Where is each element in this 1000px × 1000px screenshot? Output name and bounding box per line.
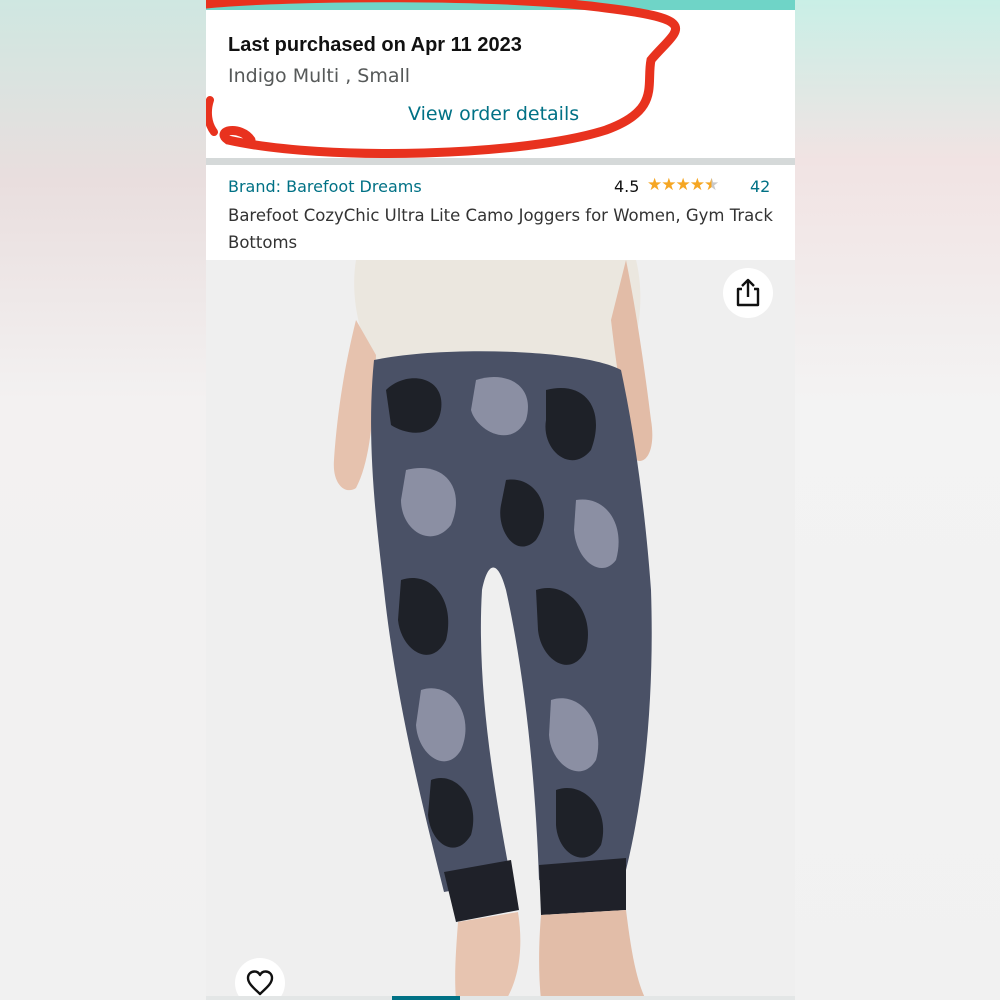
image-carousel-indicator bbox=[206, 996, 795, 1000]
phone-screen: Last purchased on Apr 11 2023 Indigo Mul… bbox=[206, 0, 795, 1000]
favorite-button[interactable] bbox=[235, 958, 285, 1000]
background-right bbox=[795, 0, 1000, 1000]
background-left bbox=[0, 0, 206, 1000]
product-photo-illustration bbox=[333, 260, 653, 1000]
rating-count-link[interactable]: 42 bbox=[750, 177, 770, 196]
star-icon: ★ bbox=[689, 175, 705, 195]
heart-icon bbox=[246, 970, 274, 996]
brand-link[interactable]: Brand: Barefoot Dreams bbox=[228, 177, 422, 196]
share-button[interactable] bbox=[723, 268, 773, 318]
star-icon: ★ bbox=[647, 175, 662, 195]
star-rating-icon[interactable]: ★★★★★ bbox=[647, 175, 719, 195]
star-icon: ★ bbox=[661, 175, 676, 195]
product-title: Barefoot CozyChic Ultra Lite Camo Jogger… bbox=[228, 206, 773, 252]
star-half-icon: ★ bbox=[704, 175, 719, 195]
red-annotation-circle bbox=[206, 0, 680, 158]
section-divider bbox=[206, 158, 795, 165]
star-icon: ★ bbox=[675, 175, 691, 195]
share-icon bbox=[736, 278, 760, 307]
product-image[interactable] bbox=[206, 260, 795, 1000]
rating-value: 4.5 bbox=[614, 177, 640, 196]
carousel-active-segment bbox=[392, 996, 460, 1000]
